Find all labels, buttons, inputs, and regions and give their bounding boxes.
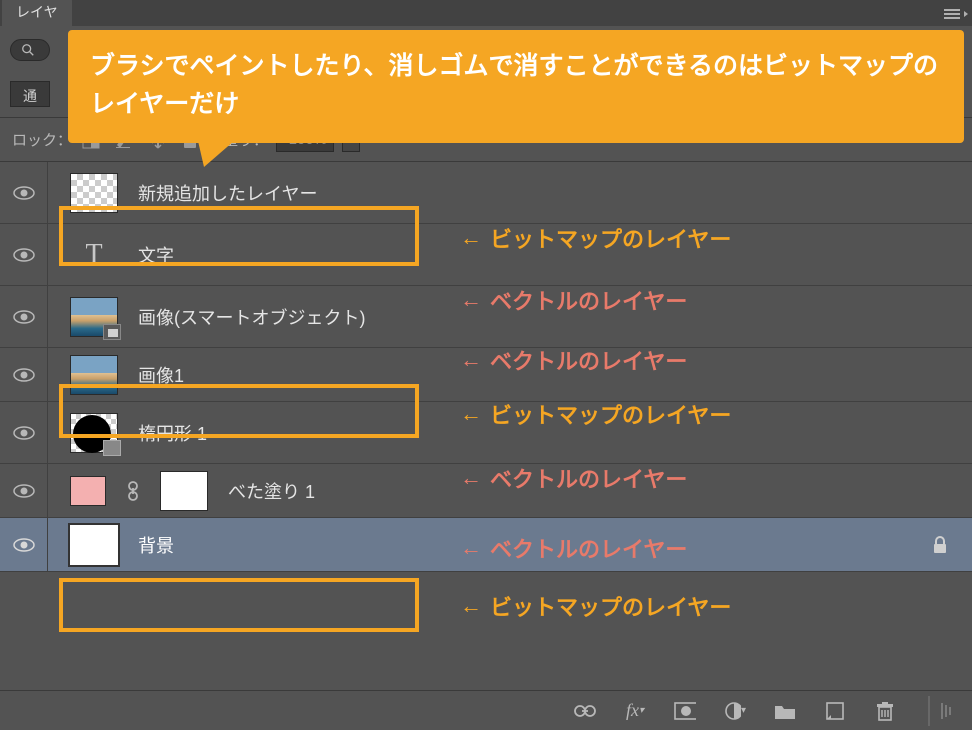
layer-name[interactable]: 画像(スマートオブジェクト) bbox=[138, 304, 365, 330]
layer-row[interactable]: 新規追加したレイヤー bbox=[0, 162, 972, 224]
annotation-bitmap: ← ビットマップのレイヤー bbox=[460, 590, 731, 622]
visibility-icon[interactable] bbox=[13, 185, 35, 201]
highlight-box bbox=[59, 578, 419, 632]
delete-layer-icon[interactable] bbox=[874, 700, 896, 722]
layer-name[interactable]: 画像1 bbox=[138, 362, 184, 388]
visibility-icon[interactable] bbox=[13, 483, 35, 499]
visibility-icon[interactable] bbox=[13, 537, 35, 553]
layer-mask[interactable] bbox=[160, 471, 208, 511]
visibility-icon[interactable] bbox=[13, 309, 35, 325]
layer-effects-icon[interactable]: fx▾ bbox=[624, 700, 646, 722]
layer-name[interactable]: 楕円形 1 bbox=[138, 420, 207, 446]
layer-search[interactable] bbox=[10, 39, 50, 61]
layer-name[interactable]: 文字 bbox=[138, 242, 174, 268]
link-layers-icon[interactable] bbox=[574, 700, 596, 722]
annotation-bitmap: ← ビットマップのレイヤー bbox=[460, 222, 731, 254]
arrow-left-icon: ← bbox=[460, 225, 482, 251]
visibility-icon[interactable] bbox=[13, 425, 35, 441]
arrow-left-icon: ← bbox=[460, 401, 482, 427]
visibility-icon[interactable] bbox=[13, 367, 35, 383]
link-icon bbox=[126, 481, 140, 501]
layer-thumbnail[interactable] bbox=[70, 525, 118, 565]
layers-tab[interactable]: レイヤ bbox=[2, 0, 72, 26]
layers-panel: レイヤ 通 ロック： 塗り： 100% bbox=[0, 0, 972, 730]
visibility-icon[interactable] bbox=[13, 247, 35, 263]
adjustment-layer-icon[interactable]: ▾ bbox=[724, 700, 746, 722]
layer-name[interactable]: 背景 bbox=[138, 532, 174, 558]
layer-thumbnail[interactable] bbox=[70, 413, 118, 453]
layer-thumbnail[interactable] bbox=[70, 173, 118, 213]
layer-thumbnail[interactable] bbox=[70, 297, 118, 337]
arrow-left-icon: ← bbox=[460, 593, 482, 619]
annotation-vector: ← ベクトルのレイヤー bbox=[460, 284, 687, 316]
layer-name[interactable]: べた塗り 1 bbox=[228, 478, 315, 504]
add-mask-icon[interactable] bbox=[674, 700, 696, 722]
annotation-vector: ← ベクトルのレイヤー bbox=[460, 462, 687, 494]
annotation-bitmap: ← ビットマップのレイヤー bbox=[460, 398, 731, 430]
arrow-left-icon: ← bbox=[460, 287, 482, 313]
blend-mode-select[interactable]: 通 bbox=[10, 81, 50, 107]
text-layer-icon[interactable]: T bbox=[70, 235, 118, 275]
panel-tab-bar: レイヤ bbox=[0, 0, 972, 26]
arrow-left-icon: ← bbox=[460, 347, 482, 373]
panel-menu-icon[interactable] bbox=[944, 6, 966, 22]
search-icon bbox=[21, 43, 35, 57]
arrow-left-icon: ← bbox=[460, 535, 482, 561]
resize-handle-icon[interactable] bbox=[928, 696, 952, 726]
annotation-vector: ← ベクトルのレイヤー bbox=[460, 532, 687, 564]
annotation-vector: ← ベクトルのレイヤー bbox=[460, 344, 687, 376]
layer-thumbnail[interactable] bbox=[70, 355, 118, 395]
new-layer-icon[interactable] bbox=[824, 700, 846, 722]
new-group-icon[interactable] bbox=[774, 700, 796, 722]
fill-swatch[interactable] bbox=[70, 476, 106, 506]
locked-icon bbox=[932, 536, 948, 554]
lock-label: ロック： bbox=[12, 129, 72, 150]
callout-bubble: ブラシでペイントしたり、消しゴムで消すことができるのはビットマップのレイヤーだけ bbox=[68, 30, 964, 143]
layer-name[interactable]: 新規追加したレイヤー bbox=[138, 180, 317, 206]
arrow-left-icon: ← bbox=[460, 465, 482, 491]
layers-footer: fx▾ ▾ bbox=[0, 690, 972, 730]
